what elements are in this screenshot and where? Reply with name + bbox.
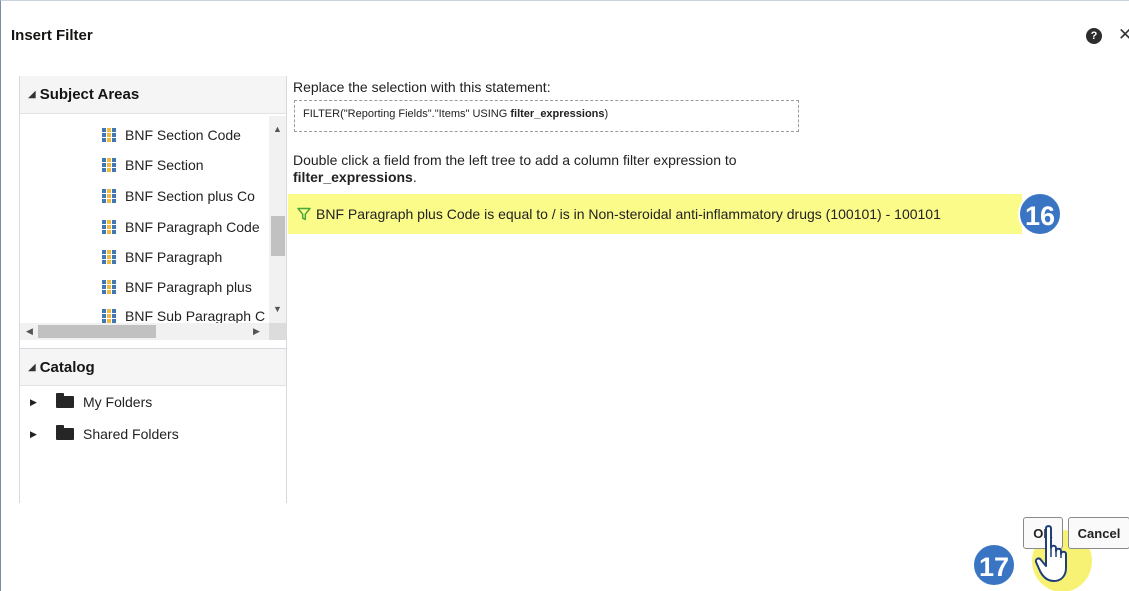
statement-suffix: ): [604, 108, 609, 120]
column-icon: [102, 128, 116, 142]
folder-icon: [56, 393, 74, 408]
tree-item-bnf-paragraph-code[interactable]: BNF Paragraph Code: [102, 217, 260, 237]
left-panel: ◢ Subject Areas BNF Section Code BNF Sec…: [19, 76, 287, 503]
catalog-label: Catalog: [39, 358, 95, 376]
tree-item-bnf-section-plus-code[interactable]: BNF Section plus Co: [102, 186, 255, 206]
column-icon: [102, 250, 116, 264]
filter-expression-row[interactable]: BNF Paragraph plus Code is equal to / is…: [297, 206, 941, 222]
tree-item-bnf-sub-paragraph-code[interactable]: BNF Sub Paragraph C: [102, 306, 265, 323]
column-icon: [102, 280, 116, 294]
dialog-title: Insert Filter: [11, 27, 93, 44]
column-icon: [102, 158, 116, 172]
column-icon: [102, 189, 116, 203]
filter-statement-box: FILTER("Reporting Fields"."Items" USING …: [294, 100, 799, 132]
step-16-badge: 16: [1018, 192, 1062, 236]
collapse-triangle-icon[interactable]: ◢: [28, 89, 36, 100]
help-icon[interactable]: ?: [1086, 28, 1102, 44]
tree-item-bnf-section[interactable]: BNF Section: [102, 155, 204, 175]
catalog-item-shared-folders[interactable]: ▶ Shared Folders: [30, 424, 179, 444]
tree-item-bnf-paragraph[interactable]: BNF Paragraph: [102, 247, 222, 267]
expand-triangle-icon[interactable]: ▶: [30, 397, 56, 408]
collapse-triangle-icon[interactable]: ◢: [28, 362, 36, 373]
close-icon[interactable]: ✕: [1118, 25, 1129, 45]
tree-item-label: BNF Paragraph: [125, 249, 223, 265]
tree-item-label: BNF Sub Paragraph C: [125, 308, 266, 323]
scrollbar-corner: [269, 323, 286, 340]
instruction-end: .: [412, 169, 417, 185]
instruction-line: Double click a field from the left tree …: [293, 152, 737, 168]
folder-icon: [56, 425, 74, 440]
tree-item-label: BNF Section: [125, 157, 204, 173]
subject-areas-label: Subject Areas: [39, 86, 140, 103]
tree-item-bnf-section-code[interactable]: BNF Section Code: [102, 125, 241, 145]
instruction-keyword: filter_expressions: [293, 169, 413, 185]
catalog-item-label: My Folders: [83, 394, 153, 410]
catalog-header[interactable]: ◢ Catalog: [20, 348, 286, 386]
tree-vertical-scrollbar[interactable]: ▲ ▼: [269, 116, 286, 323]
pointing-hand-icon: [1034, 525, 1067, 582]
scroll-right-arrow-icon[interactable]: ▶: [253, 326, 260, 337]
tree-horizontal-scrollbar[interactable]: ◀ ▶: [20, 323, 269, 340]
tree-item-label: BNF Paragraph plus: [125, 279, 252, 295]
catalog-item-my-folders[interactable]: ▶ My Folders: [30, 392, 152, 412]
catalog-item-label: Shared Folders: [83, 426, 179, 442]
tree-item-label: BNF Paragraph Code: [125, 219, 260, 235]
tree-item-label: BNF Section Code: [125, 127, 241, 143]
column-icon: [102, 220, 116, 234]
scroll-thumb[interactable]: [38, 325, 156, 338]
tree-item-label: BNF Section plus Co: [125, 188, 255, 204]
column-icon: [102, 309, 116, 323]
scroll-left-arrow-icon[interactable]: ◀: [26, 326, 33, 337]
subject-areas-header[interactable]: ◢ Subject Areas: [20, 76, 286, 114]
step-17-badge: 17: [972, 543, 1016, 587]
filter-funnel-icon: [297, 207, 311, 221]
subject-areas-tree: BNF Section Code BNF Section BNF Section…: [20, 116, 269, 323]
tree-item-bnf-paragraph-plus-code[interactable]: BNF Paragraph plus: [102, 277, 252, 297]
expand-triangle-icon[interactable]: ▶: [30, 429, 56, 440]
instruction-text: Double click a field from the left tree …: [293, 152, 853, 186]
scroll-thumb[interactable]: [271, 216, 285, 256]
scroll-up-arrow-icon[interactable]: ▲: [273, 124, 282, 134]
statement-prefix: FILTER("Reporting Fields"."Items" USING: [303, 108, 511, 120]
filter-expression-text: BNF Paragraph plus Code is equal to / is…: [316, 206, 941, 222]
insert-filter-dialog: Insert Filter ? ✕ ◢ Subject Areas BNF Se…: [0, 0, 1129, 591]
replace-statement-label: Replace the selection with this statemen…: [293, 79, 551, 95]
statement-placeholder: filter_expressions: [510, 108, 605, 120]
scroll-down-arrow-icon[interactable]: ▼: [273, 304, 282, 314]
